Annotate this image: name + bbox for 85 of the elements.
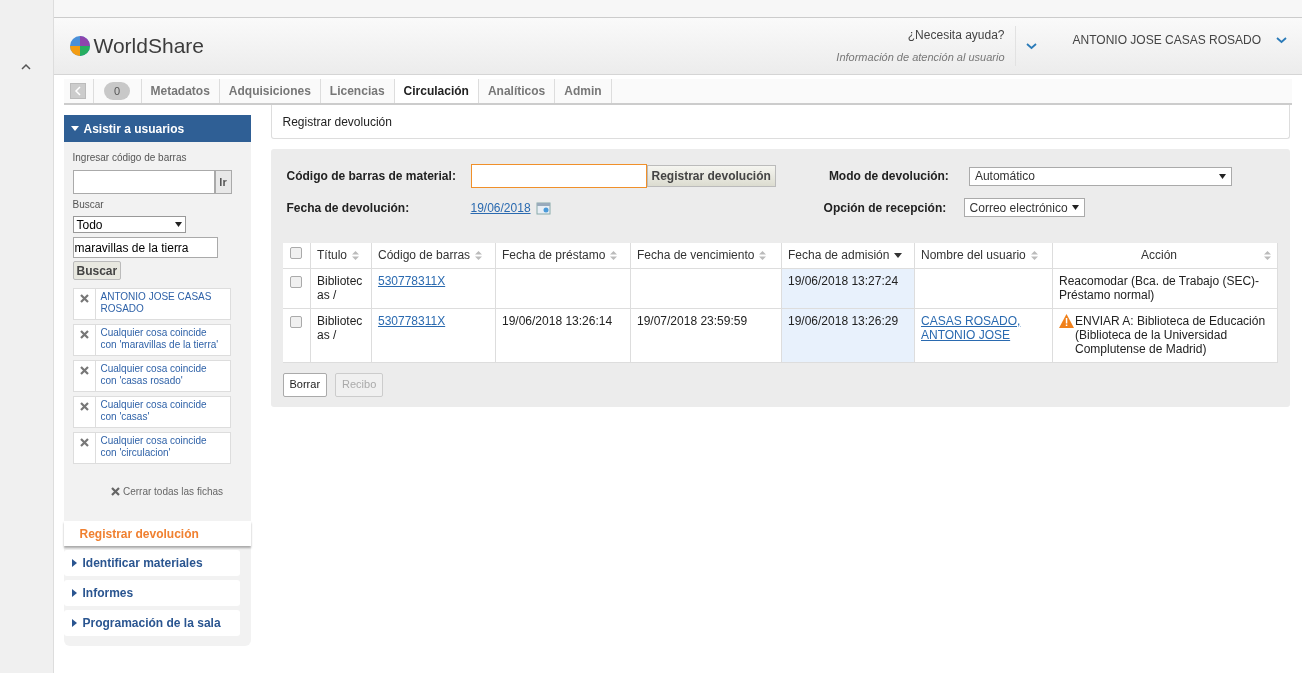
help-subtitle: Información de atención al usuario bbox=[836, 50, 1005, 66]
search-field[interactable]: maravillas de la tierra bbox=[72, 237, 218, 258]
filter-chip[interactable]: Cualquier cosa coincide con 'casas' bbox=[72, 396, 231, 428]
nav-tab[interactable]: Licencias bbox=[320, 79, 395, 103]
scope-select[interactable]: Todo bbox=[72, 216, 186, 233]
table-cell-text: 19/06/2018 13:27:24 bbox=[788, 273, 900, 288]
table-cell-text: 19/06/2018 13:26:29 bbox=[788, 313, 900, 328]
table-link[interactable]: 530778311X bbox=[378, 273, 489, 288]
nav-tab[interactable]: Admin bbox=[555, 79, 612, 103]
remove-icon[interactable] bbox=[79, 438, 89, 447]
table-cell-text: Bibliotec as / bbox=[317, 273, 364, 302]
field-label: Fecha de devolución: bbox=[285, 199, 411, 217]
column-header[interactable]: Código de barras bbox=[378, 246, 489, 265]
filter-chip[interactable]: ANTONIO JOSE CASAS ROSADO bbox=[72, 288, 231, 320]
sort-icon[interactable] bbox=[1264, 250, 1271, 260]
calendar-icon[interactable] bbox=[535, 200, 551, 215]
filter-chip[interactable]: Cualquier cosa coincide con 'maravillas de la tierra' bbox=[72, 324, 231, 356]
table-link[interactable]: 530778311X bbox=[378, 313, 489, 328]
expand-arrow-icon bbox=[71, 559, 77, 567]
column-header[interactable]: Fecha de admisión bbox=[788, 246, 908, 265]
user-menu[interactable]: ANTONIO JOSE CASAS ROSADO bbox=[1072, 30, 1261, 49]
nav-tab[interactable]: Adquisiciones bbox=[219, 79, 321, 103]
sidebar-item[interactable]: Identificar materiales bbox=[63, 550, 240, 576]
nav-tab[interactable]: Analíticos bbox=[478, 79, 556, 103]
return-date-link[interactable]: 19/06/2018 bbox=[470, 198, 531, 217]
expand-arrow-icon bbox=[71, 589, 77, 597]
filter-chip[interactable]: Cualquier cosa coincide con 'casas rosado' bbox=[72, 360, 231, 392]
field-label: Código de barras de material: bbox=[285, 168, 457, 185]
chevron-down-icon[interactable] bbox=[1276, 35, 1287, 44]
field-label: Buscar bbox=[72, 198, 105, 212]
field-label: Ingresar código de barras bbox=[72, 151, 188, 165]
chevron-down-icon[interactable] bbox=[1025, 42, 1037, 50]
collapse-icon[interactable] bbox=[70, 83, 86, 99]
table-cell-text: 19/06/2018 13:26:14 bbox=[502, 313, 614, 328]
barcode-field[interactable] bbox=[72, 170, 215, 194]
receipt-option-select[interactable]: Correo electrónico bbox=[963, 198, 1085, 217]
return-mode-select[interactable]: Automático bbox=[968, 166, 1232, 186]
field-label: Modo de devolución: bbox=[828, 168, 950, 185]
remove-icon[interactable] bbox=[79, 402, 89, 411]
filter-chip[interactable]: Cualquier cosa coincide con 'circulacion' bbox=[72, 432, 231, 464]
column-header[interactable]: Fecha de vencimiento bbox=[637, 246, 775, 265]
nav-tab[interactable]: Circulación bbox=[394, 79, 479, 103]
register-return-button[interactable]: Registrar devolución bbox=[646, 165, 776, 187]
table-button[interactable]: Borrar bbox=[282, 372, 328, 397]
nav-tab[interactable]: Metadatos bbox=[141, 79, 220, 103]
sort-descending-icon[interactable] bbox=[894, 252, 903, 258]
dropdown-arrow-icon bbox=[1218, 173, 1226, 179]
expand-arrow-icon bbox=[71, 619, 77, 627]
search-button[interactable]: Buscar bbox=[72, 261, 122, 280]
sidebar-item[interactable]: Programación de la sala bbox=[63, 610, 240, 636]
sort-icon[interactable] bbox=[475, 250, 483, 260]
checkbox[interactable] bbox=[290, 275, 303, 288]
logo-text: WorldShare bbox=[93, 33, 204, 60]
chevron-up-icon[interactable] bbox=[21, 62, 32, 70]
sort-icon[interactable] bbox=[610, 250, 618, 260]
field-label: Opción de recepción: bbox=[823, 199, 948, 217]
remove-icon[interactable] bbox=[79, 366, 89, 375]
table-link[interactable]: CASAS ROSADO, ANTONIO JOSE bbox=[921, 313, 1046, 342]
dropdown-arrow-icon bbox=[174, 222, 182, 227]
sort-icon[interactable] bbox=[759, 250, 767, 260]
page-title: Registrar devolución bbox=[282, 113, 392, 131]
material-barcode-field[interactable] bbox=[470, 164, 647, 188]
table-cell-text: Bibliotec as / bbox=[317, 313, 364, 342]
remove-icon[interactable] bbox=[79, 330, 89, 339]
close-icon[interactable] bbox=[110, 487, 120, 496]
sidebar-item[interactable]: Informes bbox=[63, 580, 240, 606]
column-header[interactable]: Título bbox=[317, 246, 365, 265]
column-header[interactable]: Acción bbox=[1059, 246, 1271, 265]
logo-icon bbox=[68, 35, 91, 57]
notification-badge[interactable]: 0 bbox=[103, 81, 131, 101]
checkbox[interactable] bbox=[290, 315, 303, 328]
warning-icon bbox=[1059, 313, 1074, 328]
column-header[interactable]: Fecha de préstamo bbox=[502, 246, 624, 265]
checkbox[interactable] bbox=[290, 247, 303, 260]
table-cell-text: 19/07/2018 23:59:59 bbox=[637, 313, 749, 328]
table-cell-text: ENVIAR A: Biblioteca de Educación (Biblioteca de la Universidad Complutense de Madrid) bbox=[1075, 313, 1267, 356]
panel-header[interactable]: Asistir a usuarios bbox=[63, 115, 251, 142]
table-cell-text: Reacomodar (Bca. de Trabajo (SEC)-Préstamo normal) bbox=[1059, 273, 1261, 302]
column-header[interactable]: Nombre del usuario bbox=[921, 246, 1046, 265]
sort-icon[interactable] bbox=[1030, 250, 1038, 260]
sort-icon[interactable] bbox=[352, 250, 359, 260]
help-link[interactable]: ¿Necesita ayuda? bbox=[907, 26, 1005, 45]
remove-icon[interactable] bbox=[79, 294, 89, 303]
close-all-link[interactable]: Cerrar todas las fichas bbox=[122, 484, 223, 499]
dropdown-arrow-icon bbox=[1071, 205, 1079, 210]
